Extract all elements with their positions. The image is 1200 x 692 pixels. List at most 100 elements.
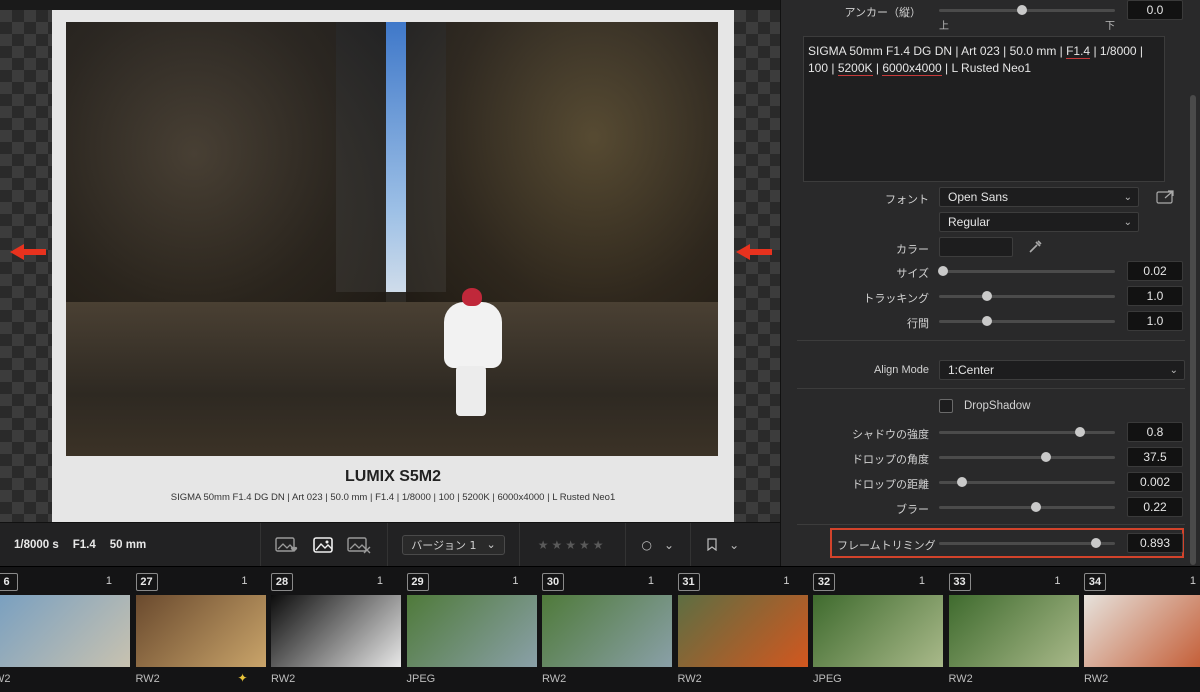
chevron-down-icon: ⌄ bbox=[664, 537, 675, 552]
thumbnail-image[interactable] bbox=[542, 595, 672, 667]
file-format-label: JPEG bbox=[406, 673, 436, 685]
arrow-left-icon bbox=[10, 244, 46, 260]
filmstrip[interactable]: 6 1 W2 27 1 RW2 ✦ 28 1 RW2 29 1 JPEG 30 1 RW2 31 1 RW2 32 1 J… bbox=[0, 566, 1200, 692]
divider bbox=[260, 522, 262, 567]
image-viewer[interactable]: LUMIX S5M2 SIGMA 50mm F1.4 DG DN | Art 0… bbox=[0, 0, 780, 522]
leading-slider[interactable] bbox=[939, 316, 1115, 326]
filmstrip-item[interactable]: 30 1 RW2 bbox=[524, 567, 672, 692]
file-format-label: RW2 bbox=[135, 673, 160, 685]
star-rating[interactable]: ★★★★★ bbox=[538, 538, 607, 552]
thumbnail-image[interactable] bbox=[677, 595, 808, 667]
slider-knob[interactable] bbox=[981, 316, 992, 326]
eyedropper-icon[interactable] bbox=[1027, 239, 1043, 255]
drop-angle-slider[interactable] bbox=[939, 452, 1115, 462]
bookmark-dropdown[interactable]: ⌄ bbox=[707, 538, 739, 552]
external-link-icon[interactable] bbox=[1156, 189, 1176, 205]
shadow-strength-value[interactable]: 0.8 bbox=[1127, 422, 1183, 442]
font-select[interactable]: Open Sans ⌄ bbox=[939, 187, 1139, 207]
image-icon[interactable] bbox=[309, 534, 337, 556]
size-slider[interactable] bbox=[937, 266, 1115, 276]
thumbnail-image[interactable] bbox=[271, 595, 401, 667]
aperture: F1.4 bbox=[72, 538, 96, 551]
frame-trim-label: フレームトリミング bbox=[837, 540, 936, 552]
anchor-value[interactable]: 0.0 bbox=[1127, 0, 1183, 20]
chevron-down-icon: ⌄ bbox=[486, 538, 496, 551]
image-reject-icon[interactable] bbox=[345, 534, 373, 556]
filmstrip-item[interactable]: 32 1 JPEG bbox=[795, 567, 943, 692]
frame-number-badge: 31 bbox=[677, 573, 700, 591]
panel-scrollbar[interactable] bbox=[1190, 95, 1196, 565]
filmstrip-item[interactable]: 34 1 RW2 bbox=[1066, 567, 1200, 692]
blur-slider[interactable] bbox=[939, 502, 1115, 512]
filmstrip-item[interactable]: 33 1 RW2 bbox=[931, 567, 1079, 692]
slider-knob[interactable] bbox=[981, 291, 992, 301]
slider-knob[interactable] bbox=[956, 477, 967, 487]
text-segment: SIGMA 50mm F1.4 DG DN | Art 023 | 50.0 m… bbox=[808, 44, 1067, 58]
slider-knob[interactable] bbox=[1030, 502, 1041, 512]
align-mode-value: 1:Center bbox=[948, 363, 995, 377]
align-mode-select[interactable]: 1:Center ⌄ bbox=[939, 360, 1185, 380]
font-style-select[interactable]: Regular ⌄ bbox=[939, 212, 1139, 232]
thumbnail-image[interactable] bbox=[948, 595, 1079, 667]
frame-number-badge: 30 bbox=[542, 573, 564, 591]
leading-value[interactable]: 1.0 bbox=[1127, 311, 1183, 331]
blur-label: ブラー bbox=[896, 504, 929, 516]
drop-angle-value[interactable]: 37.5 bbox=[1127, 447, 1183, 467]
filmstrip-item[interactable]: 31 1 RW2 bbox=[660, 567, 808, 692]
thumbnail-image[interactable] bbox=[406, 595, 537, 667]
tracking-label: トラッキング bbox=[863, 293, 929, 305]
frame-trim-value[interactable]: 0.893 bbox=[1127, 533, 1183, 553]
blur-value[interactable]: 0.22 bbox=[1127, 497, 1183, 517]
shutter-speed: 1/8000 s bbox=[14, 538, 59, 551]
section-divider bbox=[797, 524, 1185, 525]
slider-knob[interactable] bbox=[937, 266, 948, 276]
file-format-label: W2 bbox=[0, 673, 11, 685]
text-segment: F1.4 bbox=[1066, 44, 1091, 59]
drop-distance-value[interactable]: 0.002 bbox=[1127, 472, 1183, 492]
filmstrip-item[interactable]: 27 1 RW2 ✦ bbox=[118, 567, 266, 692]
version-count: 1 bbox=[647, 575, 654, 587]
frame-number-badge: 27 bbox=[135, 573, 158, 591]
size-value[interactable]: 0.02 bbox=[1127, 261, 1183, 281]
anchor-slider[interactable] bbox=[939, 5, 1115, 15]
version-count: 1 bbox=[105, 575, 112, 587]
thumbnail-image[interactable] bbox=[1084, 595, 1200, 667]
drop-distance-slider[interactable] bbox=[939, 477, 1115, 487]
thumbnail-image[interactable] bbox=[0, 595, 130, 667]
arrow-left-icon bbox=[736, 244, 772, 260]
color-swatch[interactable] bbox=[939, 237, 1013, 257]
frame-trim-slider[interactable] bbox=[939, 538, 1115, 548]
inspector-panel: アンカー（縦） 上 下 0.0 SIGMA 50mm F1.4 DG DN | … bbox=[780, 0, 1200, 566]
tracking-slider[interactable] bbox=[939, 291, 1115, 301]
info-bar: 1/8000 s F1.4 50 mm バージョン 1 ⌄ ★★★★★ ○ ⌄ … bbox=[0, 522, 780, 567]
file-format-label: RW2 bbox=[542, 673, 567, 685]
version-count: 1 bbox=[376, 575, 383, 587]
filmstrip-item[interactable]: 29 1 JPEG bbox=[389, 567, 537, 692]
tracking-value[interactable]: 1.0 bbox=[1127, 286, 1183, 306]
frame-number-badge: 34 bbox=[1084, 573, 1106, 591]
version-count: 1 bbox=[918, 575, 925, 587]
color-label-dropdown[interactable]: ○ ⌄ bbox=[642, 538, 675, 552]
file-format-label: RW2 bbox=[271, 673, 296, 685]
dropshadow-label: DropShadow bbox=[964, 400, 1031, 412]
font-style-value: Regular bbox=[948, 215, 991, 229]
slider-knob[interactable] bbox=[1074, 427, 1085, 437]
filmstrip-item[interactable]: 28 1 RW2 bbox=[253, 567, 401, 692]
slider-knob[interactable] bbox=[1016, 5, 1027, 15]
caption-text-input[interactable]: SIGMA 50mm F1.4 DG DN | Art 023 | 50.0 m… bbox=[803, 36, 1165, 182]
dropshadow-checkbox[interactable] bbox=[939, 399, 953, 413]
version-count: 1 bbox=[1054, 575, 1061, 587]
shadow-strength-label: シャドウの強度 bbox=[852, 429, 929, 441]
filmstrip-item[interactable]: 6 1 W2 bbox=[0, 567, 130, 692]
thumbnail-image[interactable] bbox=[135, 595, 266, 667]
file-format-label: RW2 bbox=[1084, 673, 1109, 685]
focal-length: 50 mm bbox=[109, 538, 147, 551]
size-label: サイズ bbox=[896, 268, 929, 280]
shadow-strength-slider[interactable] bbox=[939, 427, 1115, 437]
slider-knob[interactable] bbox=[1041, 452, 1052, 462]
version-label: バージョン 1 bbox=[411, 538, 477, 552]
align-mode-label: Align Mode bbox=[873, 364, 929, 376]
image-favorite-icon[interactable] bbox=[273, 534, 301, 556]
thumbnail-image[interactable] bbox=[813, 595, 943, 667]
version-dropdown[interactable]: バージョン 1 ⌄ bbox=[402, 534, 505, 555]
